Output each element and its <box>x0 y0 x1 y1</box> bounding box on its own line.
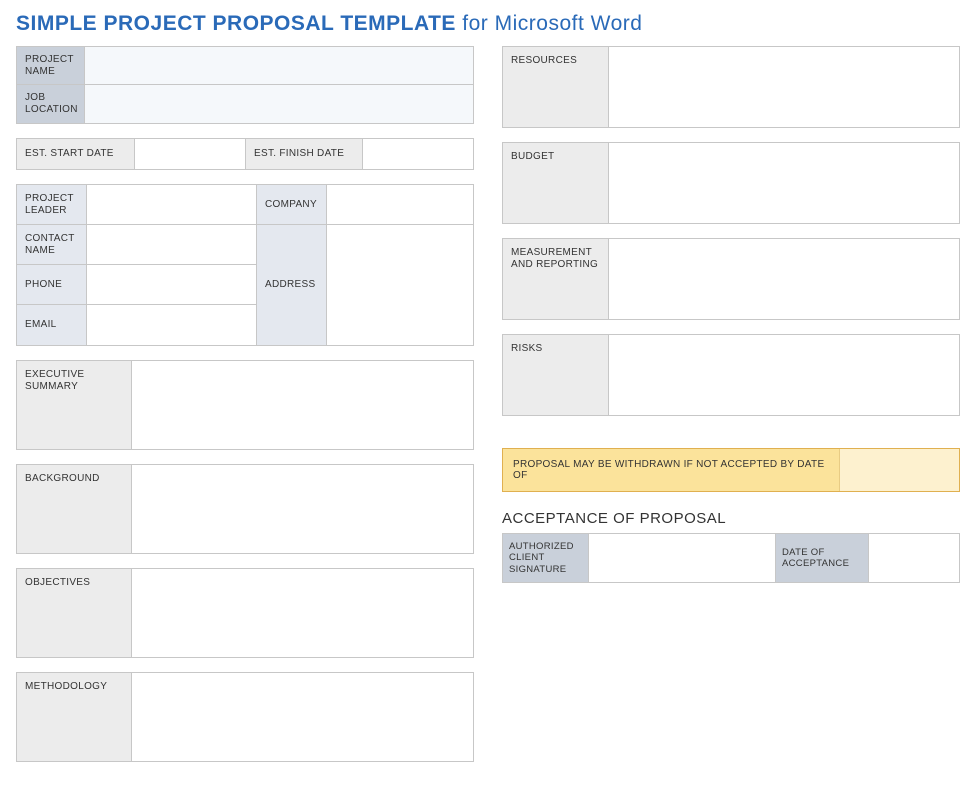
right-column: RESOURCES BUDGET MEASUREMENT AND REPORTI… <box>502 46 960 776</box>
contact-name-label: CONTACT NAME <box>17 225 87 264</box>
executive-summary-label: EXECUTIVE SUMMARY <box>17 361 132 449</box>
budget-label: BUDGET <box>503 143 609 223</box>
email-label: EMAIL <box>17 305 87 345</box>
acceptance-heading: ACCEPTANCE OF PROPOSAL <box>502 510 960 527</box>
background-field[interactable] <box>132 465 473 553</box>
project-name-field[interactable] <box>85 47 473 84</box>
executive-summary-block: EXECUTIVE SUMMARY <box>16 360 474 450</box>
project-basic-block: PROJECT NAME JOB LOCATION <box>16 46 474 124</box>
risks-label: RISKS <box>503 335 609 415</box>
company-label: COMPANY <box>257 185 327 224</box>
resources-field[interactable] <box>609 47 959 127</box>
dates-block: EST. START DATE EST. FINISH DATE <box>16 138 474 170</box>
resources-block: RESOURCES <box>502 46 960 128</box>
job-location-label: JOB LOCATION <box>17 85 85 123</box>
address-label: ADDRESS <box>257 225 327 345</box>
acceptance-block: AUTHORIZED CLIENT SIGNATURE DATE OF ACCE… <box>502 533 960 583</box>
phone-label: PHONE <box>17 265 87 304</box>
background-block: BACKGROUND <box>16 464 474 554</box>
acceptance-date-field[interactable] <box>869 534 959 582</box>
contact-name-field[interactable] <box>87 225 256 264</box>
acceptance-date-label: DATE OF ACCEPTANCE <box>775 534 869 582</box>
withdrawal-notice: PROPOSAL MAY BE WITHDRAWN IF NOT ACCEPTE… <box>502 448 960 492</box>
signature-label: AUTHORIZED CLIENT SIGNATURE <box>503 534 589 582</box>
address-field[interactable] <box>327 225 473 345</box>
budget-field[interactable] <box>609 143 959 223</box>
withdrawal-date-field[interactable] <box>839 449 959 491</box>
objectives-block: OBJECTIVES <box>16 568 474 658</box>
methodology-block: METHODOLOGY <box>16 672 474 762</box>
resources-label: RESOURCES <box>503 47 609 127</box>
risks-field[interactable] <box>609 335 959 415</box>
methodology-label: METHODOLOGY <box>17 673 132 761</box>
title-rest: for Microsoft Word <box>456 12 642 35</box>
methodology-field[interactable] <box>132 673 473 761</box>
executive-summary-field[interactable] <box>132 361 473 449</box>
budget-block: BUDGET <box>502 142 960 224</box>
left-column: PROJECT NAME JOB LOCATION EST. START DAT… <box>16 46 474 776</box>
project-leader-label: PROJECT LEADER <box>17 185 87 224</box>
signature-field[interactable] <box>589 534 775 582</box>
measurement-field[interactable] <box>609 239 959 319</box>
est-finish-date-field[interactable] <box>363 139 473 169</box>
phone-field[interactable] <box>87 265 256 304</box>
company-field[interactable] <box>327 185 473 224</box>
job-location-field[interactable] <box>85 85 473 123</box>
withdrawal-notice-text: PROPOSAL MAY BE WITHDRAWN IF NOT ACCEPTE… <box>503 449 839 491</box>
email-field[interactable] <box>87 305 256 345</box>
measurement-block: MEASUREMENT AND REPORTING <box>502 238 960 320</box>
objectives-label: OBJECTIVES <box>17 569 132 657</box>
contact-block: PROJECT LEADER CONTACT NAME PHONE EMAIL <box>16 184 474 346</box>
project-leader-field[interactable] <box>87 185 256 224</box>
measurement-label: MEASUREMENT AND REPORTING <box>503 239 609 319</box>
est-finish-date-label: EST. FINISH DATE <box>245 139 363 169</box>
title-bold: SIMPLE PROJECT PROPOSAL TEMPLATE <box>16 12 456 35</box>
risks-block: RISKS <box>502 334 960 416</box>
project-name-label: PROJECT NAME <box>17 47 85 84</box>
est-start-date-label: EST. START DATE <box>17 139 135 169</box>
est-start-date-field[interactable] <box>135 139 245 169</box>
objectives-field[interactable] <box>132 569 473 657</box>
background-label: BACKGROUND <box>17 465 132 553</box>
page-title: SIMPLE PROJECT PROPOSAL TEMPLATE for Mic… <box>16 12 960 36</box>
